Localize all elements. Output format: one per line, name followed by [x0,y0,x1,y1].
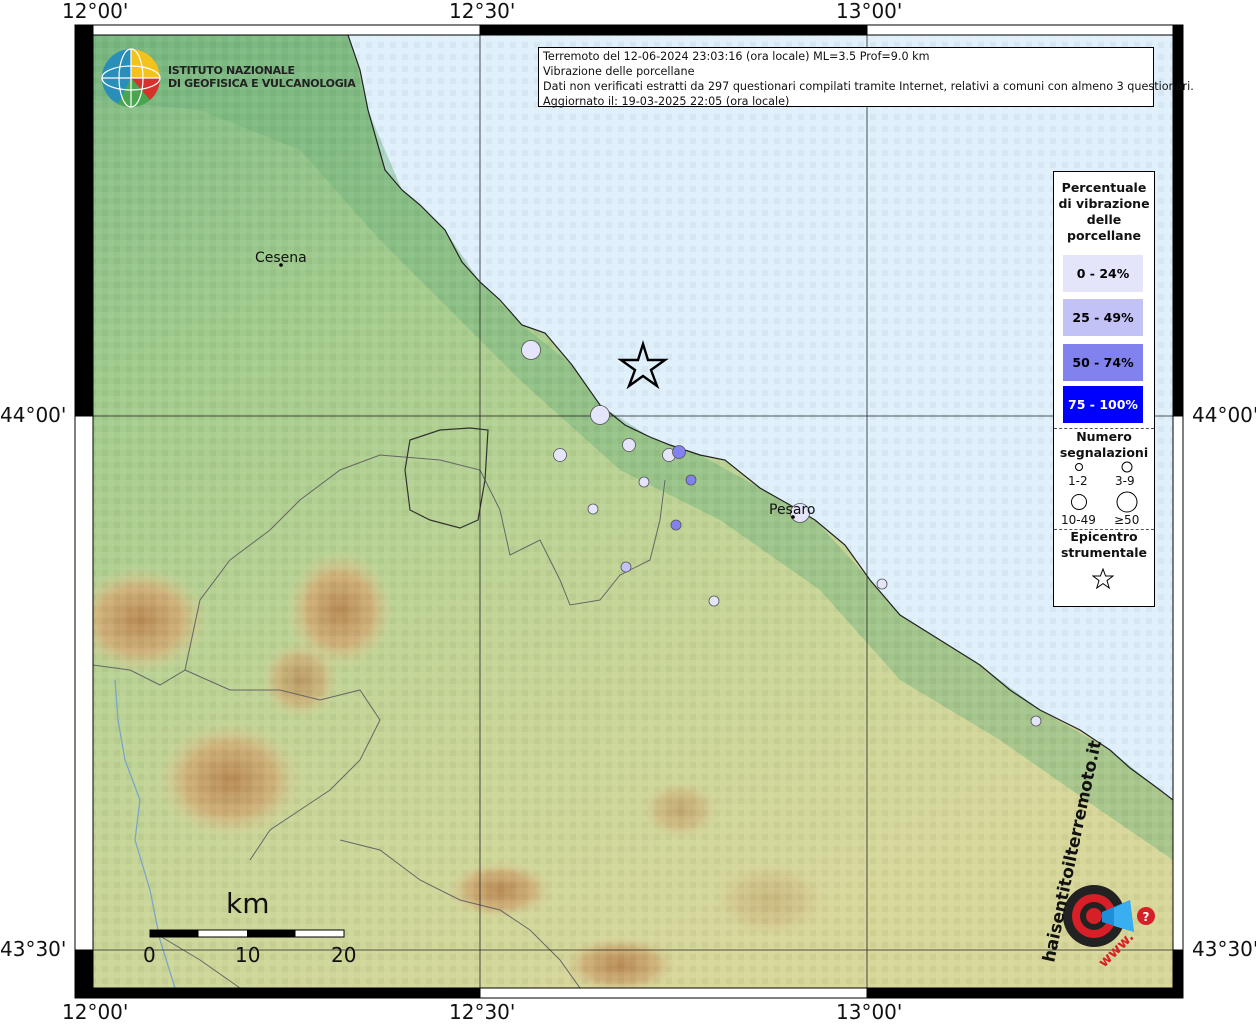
info-line-4: Aggiornato il: 19-03-2025 22:05 (ora loc… [543,95,790,108]
legend: Percentuale di vibrazione delle porcella… [1053,171,1155,607]
legend-class-2: 50 - 74% [1063,344,1143,381]
observation-point[interactable] [1030,715,1042,727]
lat-label-right-2: 43°30' [1192,937,1256,961]
legend-class-3: 75 - 100% [1063,386,1143,423]
legend-class-0: 0 - 24% [1063,255,1143,292]
observation-point[interactable] [622,438,636,452]
observation-point[interactable] [590,405,610,425]
intensity-map[interactable]: ? haisentitoilterremoto.it www. 12°00' 1… [0,0,1256,1024]
observation-point[interactable] [685,474,697,486]
lon-label-top-1: 12°00' [62,0,129,23]
map-area [93,35,1173,988]
legend-title: Percentuale di vibrazione delle porcella… [1058,180,1150,243]
info-line-2: Vibrazione delle porcellane [543,65,695,78]
legend-class-1: 25 - 49% [1063,299,1143,336]
observation-point[interactable] [553,448,567,462]
scale-label-10: 10 [235,943,261,967]
observation-point[interactable] [670,519,682,531]
lon-label-bottom-3: 13°00' [836,1000,903,1024]
observation-point[interactable] [708,595,720,607]
legend-count-1: 1-2 [1068,474,1088,488]
scale-bar [149,929,345,938]
lat-label-left-2: 43°30' [0,937,67,961]
lon-label-bottom-2: 12°30' [449,1000,516,1024]
observation-point[interactable] [620,561,632,573]
lon-label-bottom-1: 12°00' [62,1000,129,1024]
lon-label-top-3: 13°00' [836,0,903,23]
legend-count-3: 10-49 [1061,513,1096,527]
earthquake-info-box: Terremoto del 12-06-2024 23:03:16 (ora l… [538,47,1194,108]
info-line-3: Dati non verificati estratti da 297 ques… [543,80,1194,93]
legend-count-4: ≥50 [1114,513,1140,527]
svg-text:?: ? [1143,910,1150,924]
legend-star-icon [1092,568,1114,590]
legend-count-title: Numero segnalazioni [1059,429,1149,460]
observation-point[interactable] [638,476,650,488]
lon-label-top-2: 12°30' [449,0,516,23]
ingv-logo-text: ISTITUTO NAZIONALE DI GEOFISICA E VULCAN… [168,64,356,90]
city-label-cesena: Cesena [255,250,307,266]
ingv-logo-icon [101,48,161,108]
observation-point[interactable] [521,340,541,360]
observation-point[interactable] [587,503,599,515]
scale-unit: km [226,887,270,920]
legend-count-2: 3-9 [1115,474,1135,488]
lat-label-right-1: 44°00' [1192,403,1256,427]
city-label-pesaro: Pesaro [769,502,816,518]
lat-label-left-1: 44°00' [0,403,67,427]
info-line-1: Terremoto del 12-06-2024 23:03:16 (ora l… [543,50,930,63]
legend-size-symbols [1071,461,1138,513]
legend-epicenter-title: Epicentro strumentale [1060,529,1148,560]
scale-label-20: 20 [331,943,357,967]
observation-point[interactable] [876,578,888,590]
observation-point[interactable] [672,445,686,459]
scale-label-0: 0 [143,943,156,967]
